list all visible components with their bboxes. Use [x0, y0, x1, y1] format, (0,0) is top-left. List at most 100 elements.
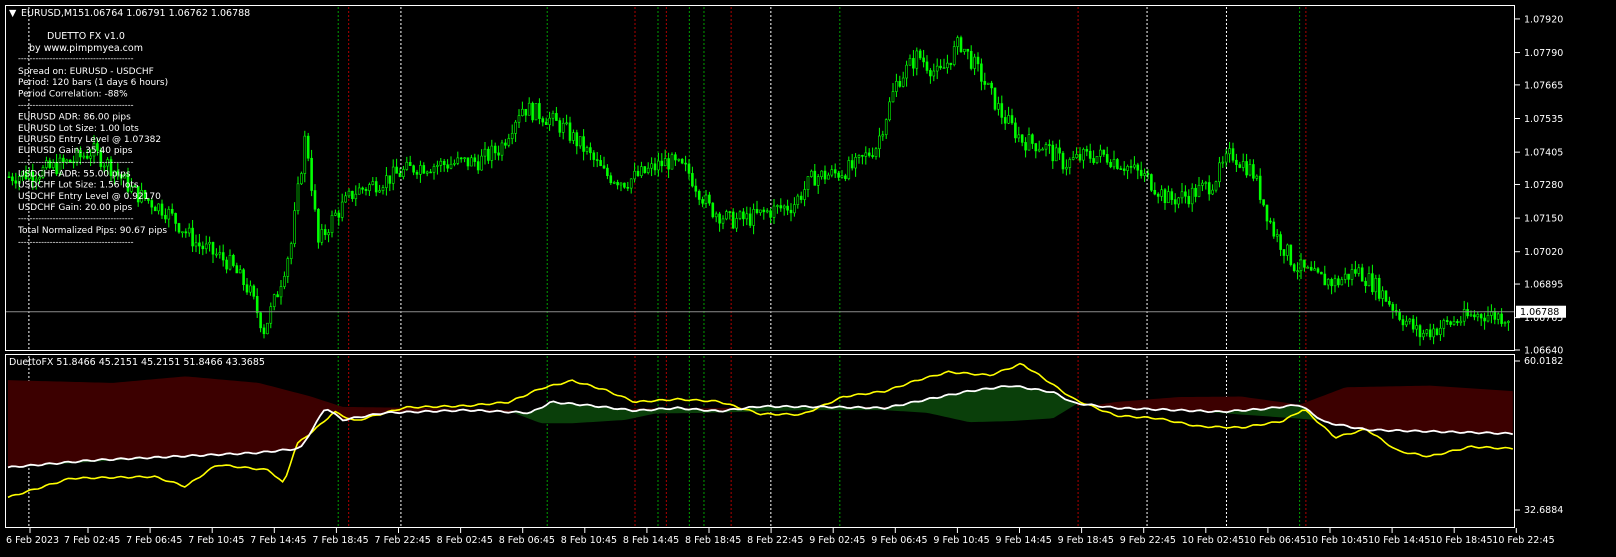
candle-body — [956, 37, 959, 47]
candle-body — [1007, 115, 1010, 124]
candle-body — [850, 160, 854, 169]
indicator-axis-min: 32.6884 — [1524, 505, 1563, 516]
candle-body — [782, 205, 786, 209]
time-tick-label: 9 Feb 06:45 — [871, 535, 927, 546]
candle-body — [1377, 277, 1381, 299]
candle-body — [898, 81, 902, 87]
time-tick-label: 8 Feb 14:45 — [623, 535, 679, 546]
candle-body — [942, 67, 946, 70]
candle-body — [912, 58, 915, 69]
candle-body — [432, 166, 436, 173]
candle-body — [1316, 268, 1320, 273]
candle-body — [1235, 159, 1238, 165]
candle-body — [436, 165, 439, 167]
candle-body — [317, 208, 320, 243]
candle-body — [793, 204, 796, 214]
candle-body — [1238, 164, 1242, 168]
candle-body — [708, 194, 711, 204]
candle-body — [255, 296, 259, 314]
candle-body — [1109, 161, 1112, 168]
candle-body — [1248, 164, 1252, 176]
candle-body — [823, 170, 827, 180]
candle-body — [425, 171, 429, 174]
candle-body — [1456, 321, 1459, 324]
candle-body — [816, 176, 820, 186]
candle-body — [582, 136, 585, 152]
candle-body — [320, 229, 324, 243]
candle-body — [1493, 311, 1497, 320]
candle-body — [803, 189, 806, 200]
candle-body — [1435, 328, 1439, 335]
candle-body — [1265, 204, 1269, 222]
candle-body — [1411, 318, 1415, 330]
info-line: Spread on: EURUSD - USDCHF — [18, 67, 154, 77]
candle-body — [1418, 325, 1422, 338]
price-tick-label: 1.07665 — [1524, 80, 1563, 91]
candle-body — [844, 175, 847, 179]
time-tick-label: 7 Feb 10:45 — [188, 535, 244, 546]
candle-body — [368, 184, 371, 191]
candle-body — [810, 170, 813, 177]
candle — [670, 152, 674, 170]
candle — [1377, 274, 1381, 302]
candle-body — [888, 101, 891, 121]
time-tick-label: 10 Feb 22:45 — [1492, 535, 1554, 546]
candle-body — [636, 170, 640, 176]
candle-body — [442, 160, 446, 166]
candle-body — [1333, 278, 1337, 287]
candle — [266, 322, 269, 335]
candle-body — [728, 211, 732, 213]
candle-body — [1439, 327, 1442, 335]
candle-body — [1031, 134, 1034, 144]
candle-body — [925, 61, 929, 71]
candle-body — [599, 160, 602, 167]
indicator-axis-max: 60.0182 — [1524, 356, 1563, 367]
candle-body — [1139, 169, 1143, 176]
candle-body — [1245, 161, 1248, 176]
candle-body — [626, 187, 630, 189]
price-tick-label: 1.07405 — [1524, 148, 1563, 159]
candle-body — [391, 166, 395, 184]
candle-body — [629, 178, 633, 189]
candle-body — [663, 158, 667, 167]
candle-body — [463, 157, 466, 160]
mt4-chart-window[interactable]: 1.07920 1.07790 1.07665 1.07535 1.07405 1.072… — [0, 0, 1616, 553]
candle-body — [374, 181, 378, 193]
candle-body — [1371, 273, 1374, 293]
candle-body — [786, 205, 789, 211]
chart-canvas[interactable]: 1.07920 1.07790 1.07665 1.07535 1.07405 1.072… — [0, 0, 1616, 553]
candle-body — [578, 136, 582, 147]
candle-body — [201, 245, 205, 250]
candle-body — [1279, 234, 1282, 250]
candle-body — [1116, 159, 1119, 169]
candle-body — [449, 163, 453, 169]
candle-body — [1133, 164, 1136, 168]
candle-body — [497, 152, 500, 156]
time-tick-label: 6 Feb 2023 — [6, 535, 59, 546]
candle-body — [714, 213, 718, 218]
time-tick-label: 7 Feb 02:45 — [64, 535, 120, 546]
candle-body — [1126, 166, 1129, 171]
candle-body — [1408, 318, 1412, 322]
candle-body — [1204, 182, 1208, 184]
candle-body — [847, 160, 851, 179]
candle — [1384, 290, 1388, 302]
candle-body — [422, 165, 426, 174]
candle-body — [1367, 273, 1371, 287]
candle-body — [385, 175, 388, 188]
candle-body — [11, 176, 14, 182]
time-tick-label: 7 Feb 22:45 — [375, 535, 431, 546]
time-tick-label: 9 Feb 18:45 — [1058, 535, 1114, 546]
candle-body — [476, 161, 480, 171]
info-byline: by www.pimpmyea.com — [29, 43, 143, 54]
candle-body — [381, 187, 385, 191]
candle-body — [1078, 154, 1082, 161]
candle-body — [895, 81, 898, 92]
candle-body — [1449, 321, 1452, 325]
candle-body — [1014, 122, 1017, 139]
candle-body — [252, 285, 256, 297]
info-line: EURUSD Lot Size: 1.00 lots — [18, 124, 139, 134]
candle-body — [232, 254, 235, 266]
time-tick-label: 10 Feb 02:45 — [1182, 535, 1244, 546]
collapse-arrow-icon[interactable]: ▼ — [9, 8, 17, 19]
